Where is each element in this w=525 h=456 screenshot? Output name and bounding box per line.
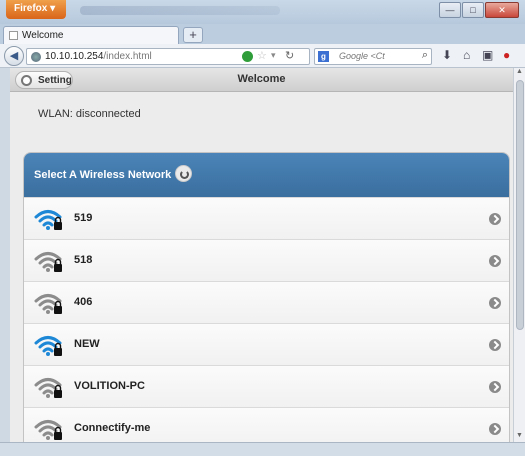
tab-label: Welcome: [22, 30, 64, 41]
maximize-button[interactable]: □: [462, 2, 484, 18]
downloads-icon[interactable]: ⬇: [442, 48, 452, 62]
network-name: NEW: [74, 338, 100, 350]
page-favicon-icon: [9, 31, 18, 40]
network-list-item[interactable]: 519: [24, 197, 509, 239]
page-scrollbar[interactable]: ▲ ▼: [513, 68, 525, 442]
reload-icon[interactable]: ↻: [285, 49, 294, 62]
url-host: 10.10.10.254: [45, 51, 104, 62]
back-arrow-icon[interactable]: ◀: [4, 46, 24, 66]
gear-icon: [21, 75, 32, 86]
setting-label: Setting: [38, 75, 72, 86]
address-bar[interactable]: 10.10.10.254/index.html ☆ ▾ ↻: [26, 48, 310, 65]
network-name: VOLITION-PC: [74, 380, 145, 392]
web-page: Welcome Setting WLAN: disconnected Selec…: [10, 68, 513, 442]
chevron-right-icon: [489, 297, 501, 309]
network-list-item[interactable]: VOLITION-PC: [24, 365, 509, 407]
url-text: 10.10.10.254/index.html: [45, 51, 152, 62]
setting-button[interactable]: Setting: [15, 71, 73, 89]
history-dropdown-icon[interactable]: ▾: [271, 50, 276, 61]
page-title: Welcome: [237, 73, 286, 85]
network-list-title: Select A Wireless Network: [34, 169, 172, 181]
search-input[interactable]: Google <Ct: [339, 51, 385, 61]
go-icon[interactable]: [242, 51, 253, 62]
wifi-lock-icon: [34, 336, 62, 356]
firefox-menu-button[interactable]: Firefox ▾: [6, 0, 66, 19]
new-tab-button[interactable]: +: [183, 27, 203, 43]
network-name: 406: [74, 296, 93, 308]
chevron-right-icon: [489, 213, 501, 225]
home-icon[interactable]: ⌂: [463, 48, 470, 62]
wifi-lock-icon: [34, 294, 62, 314]
network-list-item[interactable]: Connectify-me: [24, 407, 509, 442]
scroll-thumb[interactable]: [516, 80, 524, 330]
search-icon[interactable]: ⌕: [422, 49, 428, 62]
firefox-menu-label: Firefox: [14, 3, 48, 14]
scroll-up-arrow-icon[interactable]: ▲: [514, 68, 525, 78]
window-title-blurred: [80, 6, 280, 15]
network-list: Select A Wireless Network 519 518 406 NEW VO…: [23, 152, 510, 442]
network-name: 519: [74, 212, 93, 224]
network-list-item[interactable]: 518: [24, 239, 509, 281]
tab-welcome[interactable]: Welcome: [3, 26, 179, 44]
wifi-lock-icon: [34, 420, 62, 440]
bookmarks-menu-icon[interactable]: ▣: [482, 48, 493, 62]
scroll-down-arrow-icon[interactable]: ▼: [514, 432, 525, 442]
minimize-button[interactable]: —: [439, 2, 461, 18]
status-bar: [0, 442, 525, 456]
search-bar[interactable]: g Google <Ct ⌕: [314, 48, 432, 65]
refresh-icon[interactable]: [175, 165, 192, 182]
network-list-header: Select A Wireless Network: [24, 153, 509, 197]
addon-icon[interactable]: ●: [503, 48, 510, 62]
url-path: /index.html: [103, 51, 152, 62]
search-engine-icon[interactable]: g: [318, 51, 329, 62]
network-name: Connectify-me: [74, 422, 151, 434]
window-titlebar: Firefox ▾ — □ ✕: [0, 0, 525, 24]
wifi-lock-icon: [34, 210, 62, 230]
tab-bar: Welcome +: [0, 24, 525, 44]
wifi-lock-icon: [34, 378, 62, 398]
chevron-right-icon: [489, 381, 501, 393]
wlan-status-text: WLAN: disconnected: [38, 108, 141, 120]
chevron-right-icon: [489, 339, 501, 351]
page-header: Welcome Setting: [10, 68, 513, 92]
network-list-item[interactable]: 406: [24, 281, 509, 323]
chevron-right-icon: [489, 423, 501, 435]
window-controls: — □ ✕: [438, 2, 519, 18]
network-list-item[interactable]: NEW: [24, 323, 509, 365]
navigation-toolbar: ◀ 10.10.10.254/index.html ☆ ▾ ↻ g Google…: [0, 44, 525, 68]
network-name: 518: [74, 254, 93, 266]
bookmark-star-icon[interactable]: ☆: [257, 49, 267, 62]
close-window-button[interactable]: ✕: [485, 2, 519, 18]
chevron-right-icon: [489, 255, 501, 267]
wifi-lock-icon: [34, 252, 62, 272]
site-identity-icon: [31, 52, 41, 62]
